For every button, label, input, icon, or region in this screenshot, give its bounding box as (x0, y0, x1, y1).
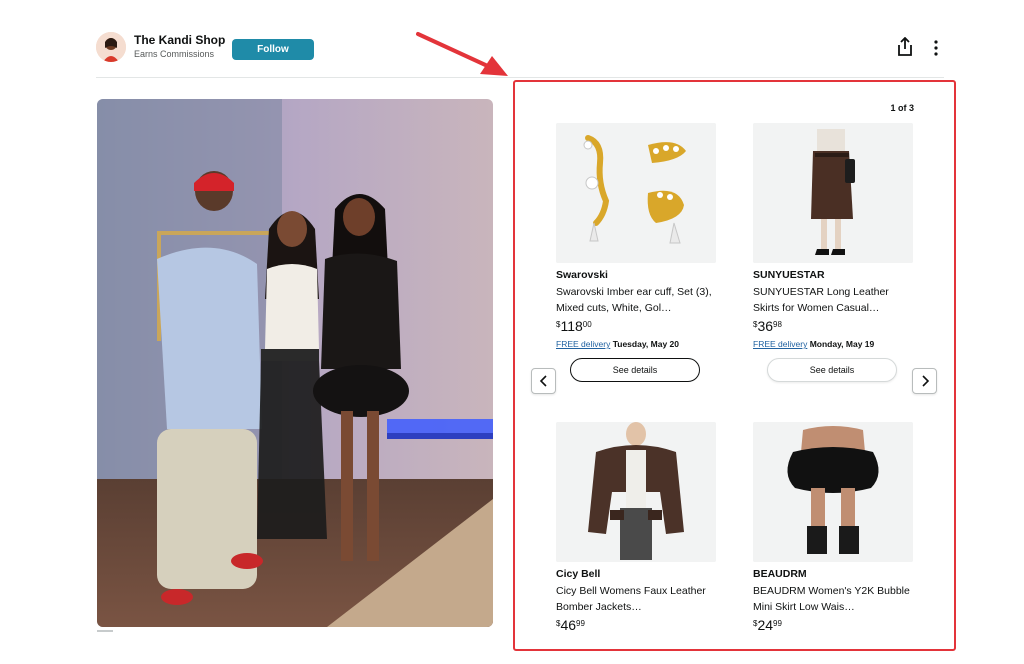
price-dollars: 36 (757, 318, 774, 334)
shop-name[interactable]: The Kandi Shop (134, 33, 225, 47)
price-symbol: $ (753, 619, 758, 628)
carousel-next-button[interactable] (912, 368, 937, 394)
price-cents: 98 (773, 320, 782, 329)
see-details-button[interactable]: See details (570, 358, 700, 382)
product-brand: Swarovski (556, 269, 608, 281)
price-cents: 99 (773, 619, 782, 628)
product-title[interactable]: BEAUDRM Women's Y2K Bubble Mini Skirt Lo… (753, 583, 913, 615)
annotation-arrow-icon (410, 28, 520, 84)
product-brand: Cicy Bell (556, 568, 601, 580)
price-symbol: $ (753, 320, 758, 329)
price-dollars: 24 (757, 617, 774, 633)
product-image[interactable] (753, 422, 913, 562)
product-image[interactable] (556, 123, 716, 263)
price-dollars: 46 (560, 617, 577, 633)
delivery-info: FREE delivery Tuesday, May 20 (556, 339, 718, 349)
free-delivery-link[interactable]: FREE delivery (556, 339, 610, 349)
product-price: $4699 (556, 617, 718, 633)
creator-header: The Kandi Shop Earns Commissions Follow (96, 30, 944, 78)
price-cents: 00 (582, 320, 592, 329)
share-icon[interactable] (896, 36, 914, 57)
carousel-prev-button[interactable] (531, 368, 556, 394)
product-brand: SUNYUESTAR (753, 269, 825, 281)
product-title[interactable]: SUNYUESTAR Long Leather Skirts for Women… (753, 284, 913, 316)
price-symbol: $ (556, 320, 561, 329)
chevron-left-icon (539, 375, 547, 387)
page-indicator: 1 of 3 (890, 103, 914, 113)
delivery-date: Tuesday, May 20 (612, 339, 680, 349)
product-brand: BEAUDRM (753, 568, 807, 580)
delivery-date: Monday, May 19 (809, 339, 875, 349)
product-card[interactable]: Cicy Bell Cicy Bell Womens Faux Leather … (556, 422, 718, 633)
chevron-right-icon (921, 375, 929, 387)
earns-commissions-label: Earns Commissions (134, 49, 215, 59)
product-title[interactable]: Cicy Bell Womens Faux Leather Bomber Jac… (556, 583, 716, 615)
see-details-button[interactable]: See details (767, 358, 897, 382)
price-cents: 99 (576, 619, 585, 628)
follow-button[interactable]: Follow (232, 39, 314, 60)
product-price: $3698 (753, 318, 915, 334)
post-photo (97, 99, 493, 627)
price-symbol: $ (556, 619, 561, 628)
product-carousel: 1 of 3 Swarovski Swarovski Imber ear cuf… (513, 80, 956, 651)
product-title[interactable]: Swarovski Imber ear cuff, Set (3), Mixed… (556, 284, 716, 316)
product-card[interactable]: Swarovski Swarovski Imber ear cuff, Set … (556, 123, 718, 382)
price-dollars: 118 (560, 318, 583, 334)
product-price: $11800 (556, 318, 718, 334)
product-image[interactable] (556, 422, 716, 562)
product-image[interactable] (753, 123, 913, 263)
avatar[interactable] (96, 32, 126, 62)
product-card[interactable]: BEAUDRM BEAUDRM Women's Y2K Bubble Mini … (753, 422, 915, 633)
product-card[interactable]: SUNYUESTAR SUNYUESTAR Long Leather Skirt… (753, 123, 915, 382)
free-delivery-link[interactable]: FREE delivery (753, 339, 807, 349)
more-vertical-icon[interactable] (930, 39, 942, 57)
delivery-info: FREE delivery Monday, May 19 (753, 339, 915, 349)
photo-caption-line (97, 630, 113, 634)
product-price: $2499 (753, 617, 915, 633)
